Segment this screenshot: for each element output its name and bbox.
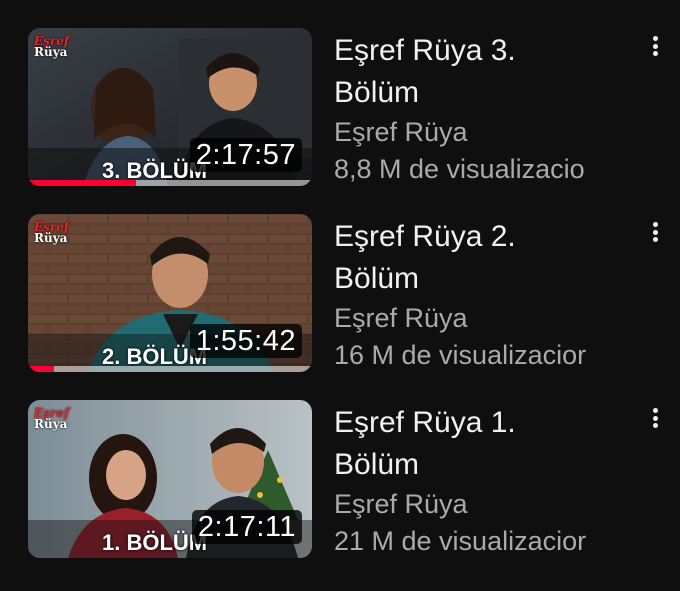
channel-logo: Eşref Rüya bbox=[34, 220, 70, 245]
video-thumbnail[interactable]: Eşref Rüya 1. BÖLÜM 2:17:11 bbox=[28, 400, 312, 558]
video-meta: Eşref Rüya 1. Bölüm Eşref Rüya 21 M de v… bbox=[334, 402, 634, 560]
more-vert-icon[interactable] bbox=[644, 218, 666, 246]
channel-name[interactable]: Eşref Rüya bbox=[334, 114, 632, 151]
watch-progress-fill bbox=[28, 366, 54, 372]
more-vert-icon[interactable] bbox=[644, 404, 666, 432]
watch-progress-bar bbox=[28, 366, 312, 372]
video-list: Eşref Rüya 3. BÖLÜM 2:17:57 Eşref Rüya 3… bbox=[0, 0, 680, 591]
view-count: 16 M de visualizacior bbox=[334, 340, 587, 370]
channel-name[interactable]: Eşref Rüya bbox=[334, 300, 632, 337]
watch-progress-bar bbox=[28, 180, 312, 186]
video-item[interactable]: Eşref Rüya 2. BÖLÜM 1:55:42 Eşref Rüya 2… bbox=[0, 214, 680, 384]
video-thumbnail[interactable]: Eşref Rüya 3. BÖLÜM 2:17:57 bbox=[28, 28, 312, 186]
video-item[interactable]: Eşref Rüya 1. BÖLÜM 2:17:11 Eşref Rüya 1… bbox=[0, 400, 680, 570]
video-item[interactable]: Eşref Rüya 3. BÖLÜM 2:17:57 Eşref Rüya 3… bbox=[0, 28, 680, 198]
video-title[interactable]: Eşref Rüya 3. Bölüm bbox=[334, 30, 634, 114]
duration-badge: 1:55:42 bbox=[189, 324, 302, 358]
video-title[interactable]: Eşref Rüya 2. Bölüm bbox=[334, 216, 634, 300]
video-meta: Eşref Rüya 2. Bölüm Eşref Rüya 16 M de v… bbox=[334, 216, 634, 374]
more-vert-icon[interactable] bbox=[644, 32, 666, 60]
view-count: 8,8 M de visualizacio bbox=[334, 154, 585, 184]
watch-progress-fill bbox=[28, 180, 136, 186]
view-count: 21 M de visualizacior bbox=[334, 526, 587, 556]
video-thumbnail[interactable]: Eşref Rüya 2. BÖLÜM 1:55:42 bbox=[28, 214, 312, 372]
duration-badge: 2:17:11 bbox=[191, 510, 302, 544]
duration-badge: 2:17:57 bbox=[189, 138, 302, 172]
channel-logo: Eşref Rüya bbox=[34, 34, 70, 59]
channel-logo: Eşref Rüya bbox=[34, 406, 70, 431]
video-meta: Eşref Rüya 3. Bölüm Eşref Rüya 8,8 M de … bbox=[334, 30, 634, 188]
video-title[interactable]: Eşref Rüya 1. Bölüm bbox=[334, 402, 634, 486]
channel-name[interactable]: Eşref Rüya bbox=[334, 486, 632, 523]
